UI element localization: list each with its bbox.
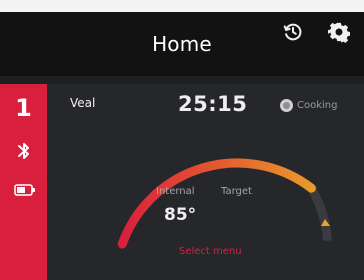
history-icon[interactable] [282, 21, 304, 43]
cook-timer: 25:15 [178, 92, 248, 116]
probe-number[interactable]: 1 [0, 94, 47, 122]
battery-icon [14, 184, 36, 196]
gauge-arc [117, 158, 316, 249]
gauge-track [307, 185, 332, 242]
status-icon [280, 99, 293, 112]
status-text: Cooking [297, 100, 338, 111]
temperature-gauge [100, 128, 350, 280]
target-label: Target [221, 186, 252, 197]
internal-temp: 85° [164, 205, 197, 225]
select-menu-link[interactable]: Select menu [179, 246, 242, 257]
gear-icon[interactable] [328, 21, 350, 43]
status-badge: Cooking [280, 99, 337, 112]
bluetooth-icon [15, 141, 33, 161]
app-header: Home [0, 12, 364, 76]
top-strip [0, 0, 364, 12]
page-title: Home [152, 32, 212, 56]
meat-label: Veal [70, 96, 96, 110]
probe-sidebar: 1 [0, 84, 47, 280]
internal-label: Internal [156, 186, 195, 197]
